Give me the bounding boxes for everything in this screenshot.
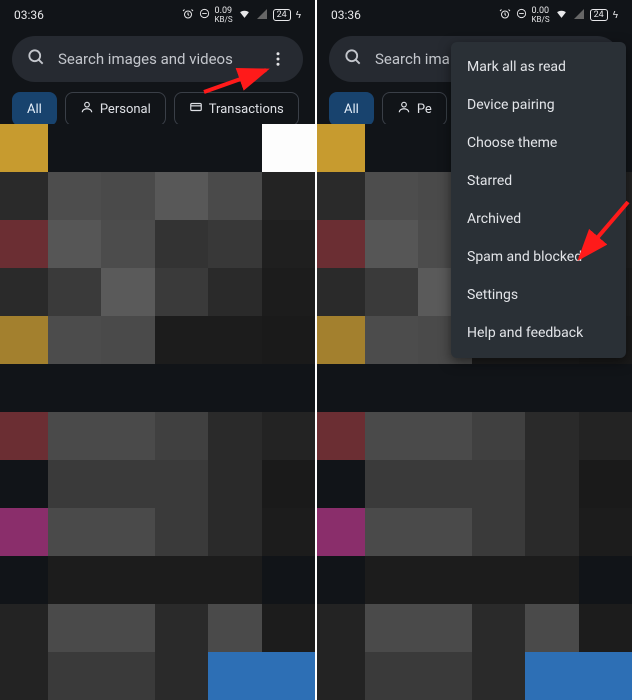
- search-icon: [26, 47, 46, 71]
- list-row-blurred: [0, 268, 315, 316]
- dnd-icon: [199, 8, 210, 22]
- chip-personal[interactable]: Personal: [65, 92, 166, 126]
- list-row-blurred: [0, 412, 315, 460]
- list-row-blurred: [317, 652, 632, 700]
- data-speed: 0.00 KB/S: [532, 7, 550, 24]
- overflow-menu-button[interactable]: [263, 44, 293, 74]
- alarm-icon: [182, 8, 194, 23]
- list-row-blurred: [317, 556, 632, 604]
- signal-icon: [573, 8, 585, 23]
- chip-all-label: All: [344, 102, 359, 117]
- alarm-icon: [499, 8, 511, 23]
- menu-choose-theme[interactable]: Choose theme: [451, 124, 626, 162]
- chip-personal[interactable]: Pe: [382, 92, 447, 126]
- conversation-list-blurred: [0, 124, 315, 700]
- menu-archived[interactable]: Archived: [451, 200, 626, 238]
- list-row-blurred: [317, 412, 632, 460]
- list-row-blurred: [0, 652, 315, 700]
- battery-indicator: 24: [590, 9, 608, 21]
- menu-mark-all-read[interactable]: Mark all as read: [451, 48, 626, 86]
- menu-help-feedback[interactable]: Help and feedback: [451, 314, 626, 352]
- dnd-icon: [516, 8, 527, 22]
- search-icon: [343, 47, 363, 71]
- signal-icon: [256, 8, 268, 23]
- charging-icon: ϟ: [613, 10, 618, 21]
- list-row-blurred: [317, 604, 632, 652]
- card-icon: [189, 100, 203, 118]
- person-icon: [397, 100, 411, 118]
- status-bar: 03:36 0.00 KB/S 24 ϟ: [317, 0, 632, 30]
- list-row-blurred: [0, 364, 315, 412]
- wifi-icon: [238, 7, 251, 23]
- search-bar[interactable]: Search images and videos: [12, 36, 303, 82]
- screenshot-left: 03:36 0.09 KB/S 24 ϟ: [0, 0, 315, 700]
- chip-all[interactable]: All: [329, 92, 374, 126]
- list-row-blurred: [0, 124, 315, 172]
- chip-transactions-label: Transactions: [209, 102, 284, 117]
- overflow-menu: Mark all as read Device pairing Choose t…: [451, 42, 626, 358]
- menu-settings[interactable]: Settings: [451, 276, 626, 314]
- list-row-blurred: [317, 460, 632, 508]
- list-row-blurred: [0, 316, 315, 364]
- menu-spam-blocked[interactable]: Spam and blocked: [451, 238, 626, 276]
- data-speed: 0.09 KB/S: [215, 7, 233, 24]
- search-placeholder: Search images and videos: [58, 50, 251, 68]
- status-time: 03:36: [331, 8, 361, 22]
- chip-personal-label: Personal: [100, 102, 151, 117]
- wifi-icon: [555, 7, 568, 23]
- status-bar: 03:36 0.09 KB/S 24 ϟ: [0, 0, 315, 30]
- list-row-blurred: [0, 220, 315, 268]
- status-time: 03:36: [14, 8, 44, 22]
- battery-indicator: 24: [273, 9, 291, 21]
- chip-all[interactable]: All: [12, 92, 57, 126]
- charging-icon: ϟ: [296, 10, 301, 21]
- list-row-blurred: [317, 508, 632, 556]
- menu-device-pairing[interactable]: Device pairing: [451, 86, 626, 124]
- chip-transactions[interactable]: Transactions: [174, 92, 299, 126]
- screenshot-right: 03:36 0.00 KB/S 24 ϟ: [317, 0, 632, 700]
- status-icons: 0.00 KB/S 24 ϟ: [499, 7, 618, 24]
- chip-personal-label: Pe: [417, 102, 432, 117]
- list-row-blurred: [0, 172, 315, 220]
- list-row-blurred: [0, 556, 315, 604]
- list-row-blurred: [0, 460, 315, 508]
- list-row-blurred: [0, 508, 315, 556]
- menu-starred[interactable]: Starred: [451, 162, 626, 200]
- list-row-blurred: [317, 364, 632, 412]
- list-row-blurred: [0, 604, 315, 652]
- status-icons: 0.09 KB/S 24 ϟ: [182, 7, 301, 24]
- chip-all-label: All: [27, 102, 42, 117]
- person-icon: [80, 100, 94, 118]
